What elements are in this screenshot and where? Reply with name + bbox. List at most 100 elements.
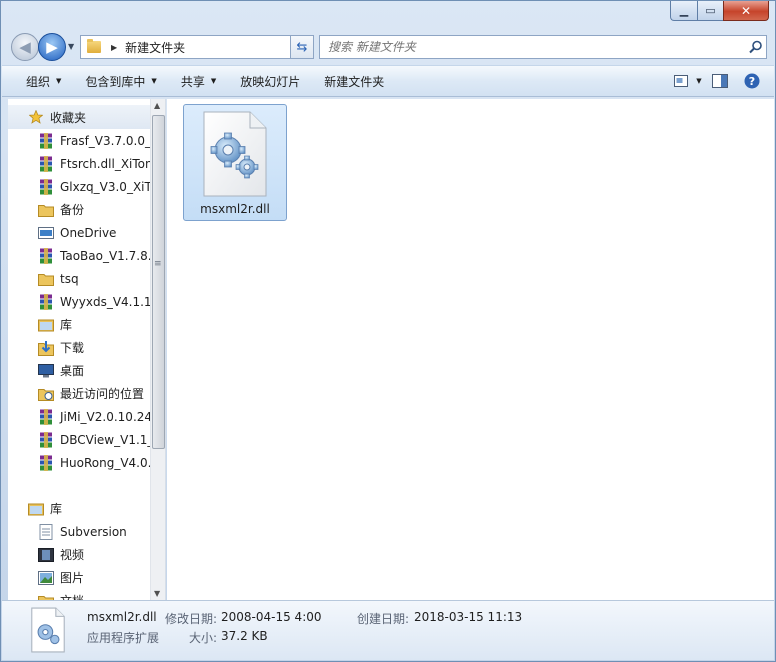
- slideshow-button[interactable]: 放映幻灯片: [228, 66, 312, 96]
- forward-button[interactable]: ▶: [38, 33, 66, 61]
- favorite-item[interactable]: JiMi_V2.0.10.24_: [8, 405, 150, 428]
- favorite-item[interactable]: Glxzq_V3.0_XiTo: [8, 175, 150, 198]
- favorite-item-label: DBCView_V1.1_: [60, 432, 150, 447]
- details-file-type: 应用程序扩展: [87, 631, 160, 645]
- preview-pane-icon: [712, 74, 728, 88]
- favorite-item[interactable]: 最近访问的位置: [8, 382, 150, 405]
- help-icon: ?: [744, 73, 760, 89]
- organize-menu[interactable]: 组织 ▼: [14, 66, 73, 96]
- view-controls: ▼ ?: [674, 66, 766, 96]
- navigation-pane: 收藏夹 Frasf_V3.7.0.0_X Ftsrch.dll_XiTon Glxz…: [8, 99, 166, 600]
- folder-icon: [87, 39, 101, 53]
- minimize-icon: ▁: [679, 4, 689, 17]
- search-input[interactable]: [328, 40, 746, 54]
- favorite-item-label: Frasf_V3.7.0.0_X: [60, 133, 150, 148]
- favorite-item[interactable]: Frasf_V3.7.0.0_X: [8, 129, 150, 152]
- libraries-node[interactable]: 库: [8, 497, 150, 520]
- include-in-library-label: 包含到库中: [85, 74, 146, 89]
- svg-text:?: ?: [749, 75, 755, 88]
- maximize-button[interactable]: ▭: [697, 1, 723, 21]
- folder-icon: [38, 202, 54, 218]
- favorite-item[interactable]: OneDrive: [8, 221, 150, 244]
- favorite-item-label: 下载: [60, 341, 85, 355]
- navigation-tree: 收藏夹 Frasf_V3.7.0.0_X Ftsrch.dll_XiTon Glxz…: [8, 105, 150, 600]
- winrar-icon: [38, 132, 54, 149]
- change-view-button[interactable]: ▼: [674, 70, 702, 92]
- command-bar: 组织 ▼ 包含到库中 ▼ 共享 ▼ 放映幻灯片 新建文件夹 ▼ ?: [2, 65, 774, 97]
- recent-pages-dropdown[interactable]: ▼: [68, 42, 74, 51]
- scroll-down-icon[interactable]: ▼: [154, 589, 160, 598]
- share-label: 共享: [180, 74, 205, 89]
- folder-icon: [38, 271, 54, 287]
- minimize-button[interactable]: ▁: [670, 1, 697, 21]
- include-in-library-menu[interactable]: 包含到库中 ▼: [73, 66, 168, 96]
- maximize-icon: ▭: [705, 4, 716, 17]
- desktop-icon: [38, 363, 54, 379]
- address-bar[interactable]: ▶ 新建文件夹 ▼: [80, 35, 313, 59]
- slideshow-label: 放映幻灯片: [240, 74, 301, 89]
- caption-buttons: ▁ ▭ ✕: [670, 1, 769, 21]
- file-list-view[interactable]: msxml2r.dll: [167, 99, 774, 600]
- close-button[interactable]: ✕: [723, 1, 769, 21]
- share-menu[interactable]: 共享 ▼: [169, 66, 228, 96]
- library-item[interactable]: 图片: [8, 566, 150, 589]
- view-icon: [674, 75, 689, 87]
- winrar-icon: [38, 155, 54, 172]
- favorites-label: 收藏夹: [50, 110, 87, 125]
- favorite-item[interactable]: Ftsrch.dll_XiTon: [8, 152, 150, 175]
- file-item[interactable]: msxml2r.dll: [183, 104, 287, 221]
- details-pane: msxml2r.dll 应用程序扩展 修改日期: 2008-04-15 4:00…: [2, 600, 774, 660]
- download-folder-icon: [38, 340, 54, 356]
- favorite-item[interactable]: HuoRong_V4.0.: [8, 451, 150, 474]
- favorites-node[interactable]: 收藏夹: [8, 105, 150, 129]
- favorite-item-label: 最近访问的位置: [60, 387, 145, 401]
- search-box[interactable]: [319, 35, 767, 59]
- back-button[interactable]: ◀: [11, 33, 39, 61]
- back-arrow-icon: ◀: [19, 38, 31, 56]
- view-dropdown-icon[interactable]: ▼: [696, 77, 701, 85]
- favorite-item[interactable]: 下载: [8, 336, 150, 359]
- favorite-item[interactable]: TaoBao_V1.7.8.: [8, 244, 150, 267]
- details-size-label: 大小:: [189, 631, 218, 645]
- close-icon: ✕: [740, 3, 752, 18]
- favorite-item-label: HuoRong_V4.0.: [60, 455, 150, 470]
- libraries-label: 库: [50, 502, 63, 516]
- help-button[interactable]: ?: [738, 70, 766, 92]
- library-item[interactable]: Subversion: [8, 520, 150, 543]
- winrar-icon: [38, 454, 54, 471]
- dropdown-arrow-icon: ▼: [151, 77, 157, 85]
- breadcrumb-chevron-icon[interactable]: ▶: [111, 43, 117, 52]
- favorite-item[interactable]: Wyyxds_V4.1.1.: [8, 290, 150, 313]
- details-modified-value: 2008-04-15 4:00: [221, 610, 322, 624]
- explorer-window: ▁ ▭ ✕ ◀ ▶ ▼ ▶ 新建文件夹 ▼ ⇆ 组织▼ 包含到库中▼ 共: [0, 0, 776, 662]
- favorite-item[interactable]: DBCView_V1.1_: [8, 428, 150, 451]
- dll-gear-icon: [31, 607, 65, 653]
- favorite-item[interactable]: 备份: [8, 198, 150, 221]
- details-file-name: msxml2r.dll: [87, 610, 157, 624]
- breadcrumb-current[interactable]: 新建文件夹: [125, 39, 294, 56]
- search-icon[interactable]: [746, 40, 766, 54]
- organize-label: 组织: [26, 74, 51, 89]
- favorite-item[interactable]: 桌面: [8, 359, 150, 382]
- dropdown-arrow-icon: ▼: [56, 77, 62, 85]
- library-item[interactable]: 视频: [8, 543, 150, 566]
- library-item-label: Subversion: [60, 524, 127, 539]
- details-created-label: 创建日期:: [357, 612, 410, 626]
- favorite-item[interactable]: 库: [8, 313, 150, 336]
- preview-pane-button[interactable]: [706, 70, 734, 92]
- dropdown-arrow-icon: ▼: [210, 77, 217, 85]
- library-item[interactable]: 文档: [8, 589, 150, 600]
- favorite-item-label: Ftsrch.dll_XiTon: [60, 156, 150, 171]
- navigation-scrollbar[interactable]: ▲ ≡ ▼: [150, 99, 165, 600]
- winrar-icon: [38, 247, 54, 264]
- library-item-label: 视频: [60, 548, 85, 562]
- favorite-item-label: 库: [60, 318, 73, 332]
- scrollbar-thumb[interactable]: [152, 115, 165, 449]
- refresh-icon: ⇆: [296, 39, 308, 55]
- new-folder-button[interactable]: 新建文件夹: [312, 66, 396, 96]
- refresh-button[interactable]: ⇆: [290, 35, 314, 59]
- favorite-item[interactable]: tsq: [8, 267, 150, 290]
- scroll-up-icon[interactable]: ▲: [154, 101, 160, 110]
- winrar-icon: [38, 431, 54, 448]
- library-icon: [38, 317, 54, 333]
